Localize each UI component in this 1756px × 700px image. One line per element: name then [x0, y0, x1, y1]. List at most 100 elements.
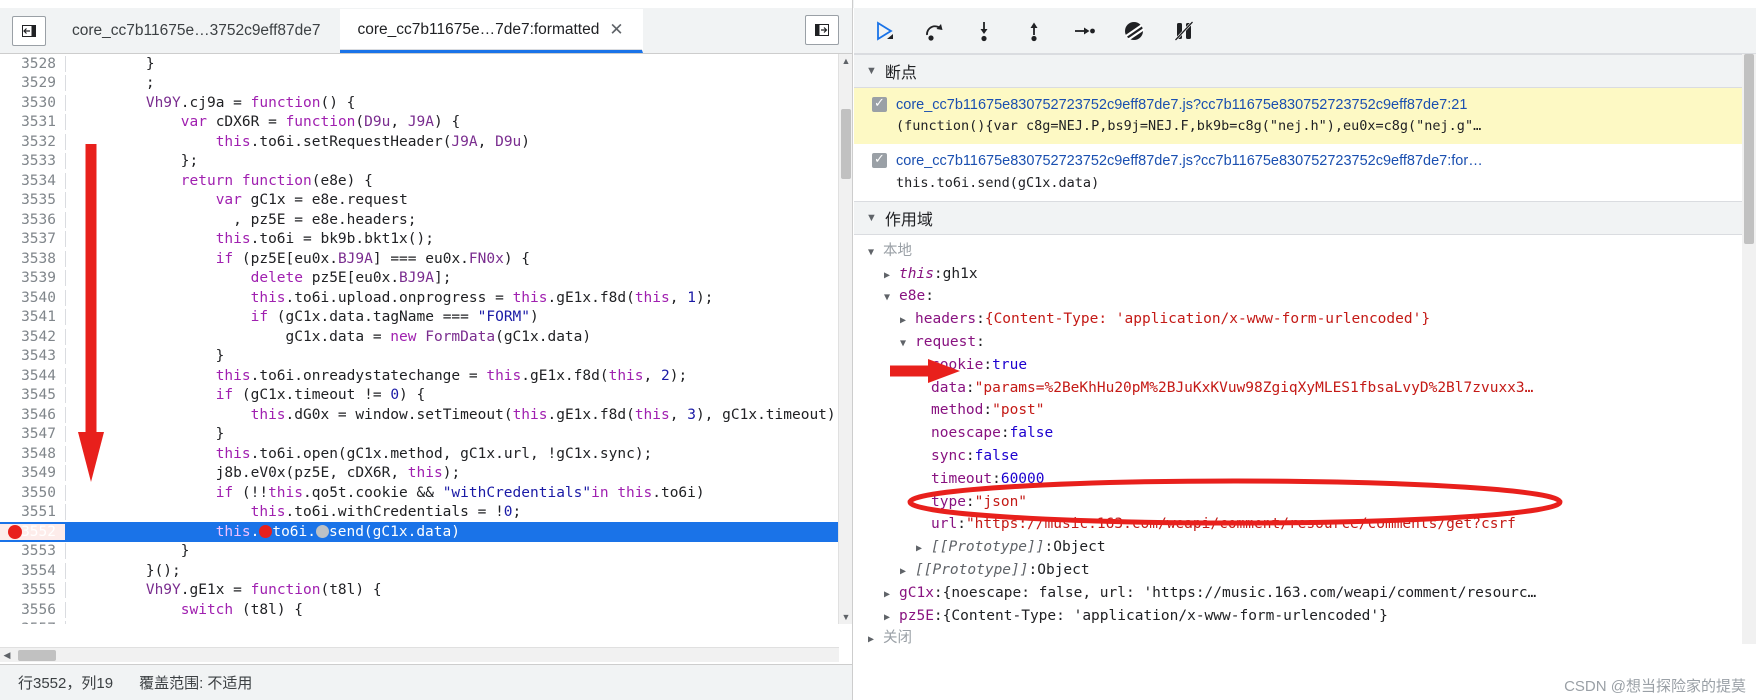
- line-number[interactable]: 3536: [0, 211, 66, 228]
- code-line[interactable]: 3549 j8b.eV0x(pz5E, cDX6R, this);: [0, 464, 852, 484]
- line-number[interactable]: 3535: [0, 192, 66, 209]
- chevron-down-icon[interactable]: ▼: [866, 212, 877, 224]
- scope-tree-node[interactable]: ▶ this: gh1x: [868, 264, 1742, 287]
- vertical-scroll-thumb[interactable]: [841, 109, 851, 179]
- chevron-right-icon[interactable]: ▶: [900, 311, 915, 332]
- code-line[interactable]: 3550 if (!!this.qo5t.cookie && "withCred…: [0, 483, 852, 503]
- breakpoint-checkbox[interactable]: [872, 95, 887, 112]
- breakpoints-section-header[interactable]: ▼ 断点: [854, 54, 1742, 88]
- breakpoint-inline-dot[interactable]: [259, 524, 273, 538]
- code-line[interactable]: 3544 this.to6i.onreadystatechange = this…: [0, 366, 852, 386]
- scope-tree-node[interactable]: ▶ headers: {Content-Type: 'application/x-…: [868, 309, 1742, 332]
- line-number[interactable]: 3537: [0, 231, 66, 248]
- line-number[interactable]: 3549: [0, 465, 66, 482]
- step-into-next-function-call-icon[interactable]: [968, 15, 1000, 47]
- code-line[interactable]: 3541 if (gC1x.data.tagName === "FORM"): [0, 308, 852, 328]
- line-number[interactable]: 3544: [0, 367, 66, 384]
- resume-script-execution-icon[interactable]: [868, 15, 900, 47]
- deactivate-breakpoints-icon[interactable]: [1118, 15, 1150, 47]
- breakpoint-marker[interactable]: [8, 524, 22, 539]
- code-line[interactable]: 3532 this.to6i.setRequestHeader(J9A, D9u…: [0, 132, 852, 152]
- chevron-right-icon[interactable]: ▶: [884, 585, 899, 606]
- code-line[interactable]: 3533 };: [0, 152, 852, 172]
- line-number[interactable]: 3551: [0, 504, 66, 521]
- scope-scroll-thumb[interactable]: [1744, 54, 1754, 244]
- code-line[interactable]: 3539 delete pz5E[eu0x.BJ9A];: [0, 269, 852, 289]
- code-line[interactable]: 3547 }: [0, 425, 852, 445]
- code-line[interactable]: 3536 , pz5E = e8e.headers;: [0, 210, 852, 230]
- line-number[interactable]: 3555: [0, 582, 66, 599]
- line-number[interactable]: 3546: [0, 406, 66, 423]
- editor-tab-1[interactable]: core_cc7b11675e…7de7:formatted ✕: [339, 9, 643, 53]
- code-line[interactable]: 3543 }: [0, 347, 852, 367]
- code-line[interactable]: 3556 switch (t8l) {: [0, 600, 852, 620]
- code-line[interactable]: 3548 this.to6i.open(gC1x.method, gC1x.ur…: [0, 444, 852, 464]
- scope-tree-node[interactable]: ▼ 本地: [868, 241, 1742, 264]
- scope-tree-node[interactable]: ▼ e8e:: [868, 286, 1742, 309]
- breakpoint-checkbox[interactable]: [872, 151, 887, 169]
- code-line[interactable]: 3535 var gC1x = e8e.request: [0, 191, 852, 211]
- step-out-of-current-function-icon[interactable]: [1018, 15, 1050, 47]
- scope-closure-node[interactable]: ▶ 关闭: [868, 628, 1742, 651]
- code-line[interactable]: 3531 var cDX6R = function(D9u, J9A) {: [0, 113, 852, 133]
- scope-tree-node[interactable]: ▶ [[Prototype]]: Object: [868, 560, 1742, 583]
- line-number[interactable]: 3542: [0, 328, 66, 345]
- breakpoint-location[interactable]: core_cc7b11675e830752723752c9eff87de7.js…: [896, 150, 1732, 172]
- line-number[interactable]: 3531: [0, 114, 66, 131]
- scope-variables-tree[interactable]: ▼ 本地 ▶ this: gh1x ▼ e8e: ▶ headers: {Content-Ty…: [854, 235, 1742, 651]
- line-number[interactable]: 3556: [0, 601, 66, 618]
- line-number[interactable]: 3533: [0, 153, 66, 170]
- show-navigator-icon[interactable]: [12, 16, 46, 46]
- scope-vertical-scrollbar[interactable]: [1742, 54, 1756, 644]
- chevron-down-icon[interactable]: ▼: [866, 65, 877, 77]
- chevron-right-icon[interactable]: ▶: [916, 539, 931, 560]
- line-number[interactable]: 3557: [0, 621, 66, 624]
- code-line-active[interactable]: 3552 this. to6i. send(gC1x.data): [0, 522, 852, 542]
- line-number[interactable]: 3547: [0, 426, 66, 443]
- code-line[interactable]: 3528 }: [0, 54, 852, 74]
- code-line[interactable]: 3555 Vh9Y.gE1x = function(t8l) {: [0, 581, 852, 601]
- code-vertical-scrollbar[interactable]: ▲ ▼: [838, 54, 852, 624]
- scope-tree-node[interactable]: ▶data: "params=%2BeKhHu20pM%2BJuKxKVuw98…: [868, 378, 1742, 401]
- code-line[interactable]: 3545 if (gC1x.timeout != 0) {: [0, 386, 852, 406]
- code-line[interactable]: 3540 this.to6i.upload.onprogress = this.…: [0, 288, 852, 308]
- line-number[interactable]: 3529: [0, 75, 66, 92]
- scope-tree-node[interactable]: ▶sync: false: [868, 446, 1742, 469]
- code-line[interactable]: 3557: [0, 620, 852, 624]
- line-number[interactable]: 3528: [0, 55, 66, 72]
- code-line[interactable]: 3553 }: [0, 542, 852, 562]
- code-line[interactable]: 3554 }();: [0, 561, 852, 581]
- breakpoint-item[interactable]: core_cc7b11675e830752723752c9eff87de7.js…: [854, 144, 1742, 200]
- scope-tree-node[interactable]: ▶noescape: false: [868, 423, 1742, 446]
- code-line[interactable]: 3529 ;: [0, 74, 852, 94]
- scope-tree-node[interactable]: ▶method: "post": [868, 400, 1742, 423]
- scope-tree-node[interactable]: ▶ [[Prototype]]: Object: [868, 537, 1742, 560]
- line-number[interactable]: 3532: [0, 133, 66, 150]
- chevron-right-icon[interactable]: ▶: [868, 630, 883, 651]
- breakpoint-inline-dot-inactive[interactable]: [316, 524, 329, 538]
- editor-tab-0[interactable]: core_cc7b11675e…3752c9eff87de7: [54, 9, 340, 53]
- scope-tree-node[interactable]: ▼ request:: [868, 332, 1742, 355]
- line-number[interactable]: 3553: [0, 543, 66, 560]
- chevron-down-icon[interactable]: ▼: [868, 243, 883, 264]
- line-number[interactable]: 3540: [0, 289, 66, 306]
- line-number[interactable]: 3541: [0, 309, 66, 326]
- line-number[interactable]: 3550: [0, 484, 66, 501]
- code-horizontal-scrollbar[interactable]: ◀: [0, 647, 839, 662]
- scope-section-header[interactable]: ▼ 作用域: [854, 200, 1742, 235]
- line-number[interactable]: 3552: [0, 523, 66, 540]
- close-icon[interactable]: ✕: [609, 21, 623, 38]
- code-line[interactable]: 3530 Vh9Y.cj9a = function() {: [0, 93, 852, 113]
- code-line[interactable]: 3537 this.to6i = bk9b.bkt1x();: [0, 230, 852, 250]
- step-over-next-function-call-icon[interactable]: [918, 15, 950, 47]
- line-number[interactable]: 3545: [0, 387, 66, 404]
- scroll-up-icon[interactable]: ▲: [839, 54, 852, 68]
- scope-tree-node[interactable]: ▶ gC1x: {noescape: false, url: 'https://m…: [868, 583, 1742, 606]
- line-number[interactable]: 3539: [0, 270, 66, 287]
- code-editor[interactable]: 3528 } 3529 ; 3530 Vh9Y.cj9a = function() …: [0, 54, 852, 624]
- step-icon[interactable]: [1068, 15, 1100, 47]
- code-line[interactable]: 3542 gC1x.data = new FormData(gC1x.data): [0, 327, 852, 347]
- horizontal-scroll-thumb[interactable]: [18, 650, 56, 661]
- line-number[interactable]: 3530: [0, 94, 66, 111]
- pause-on-exceptions-icon[interactable]: [1168, 15, 1200, 47]
